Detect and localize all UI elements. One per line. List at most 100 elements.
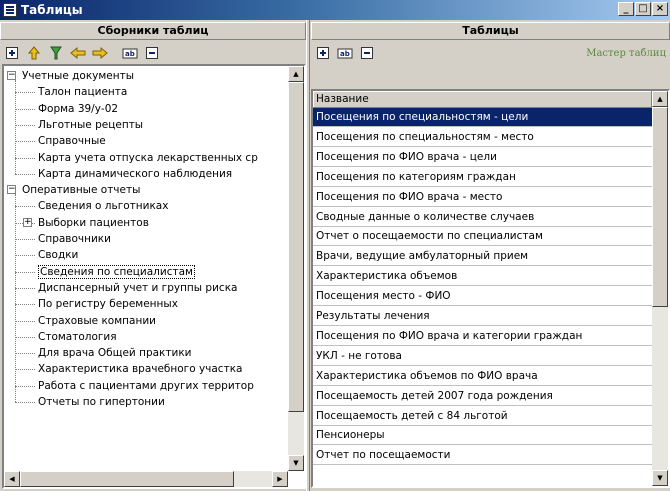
name-column-header[interactable]: Название — [313, 91, 652, 108]
list-vscroll-thumb[interactable] — [652, 107, 668, 307]
table-row[interactable]: Сводные данные о количестве случаев — [313, 208, 652, 227]
tree-item[interactable]: По регистру беременных — [38, 296, 178, 312]
tree-connector — [15, 287, 35, 289]
scroll-up-icon[interactable]: ▲ — [288, 66, 304, 82]
tree-item[interactable]: Справочные — [38, 133, 106, 149]
scroll-down-icon[interactable]: ▼ — [288, 455, 304, 471]
tree-item[interactable]: Льготные рецепты — [38, 117, 143, 133]
table-row[interactable]: Отчет по посещаемости — [313, 446, 652, 466]
table-row[interactable]: Посещения по категориям граждан — [313, 168, 652, 187]
tree-item-label: Карта учета отпуска лекарственных ср — [38, 151, 258, 164]
minimize-button[interactable]: _ — [618, 2, 634, 16]
rename-icon: ab — [122, 48, 138, 59]
tree-connector — [15, 239, 35, 240]
filter-button[interactable] — [47, 44, 65, 62]
table-row[interactable]: Посещения по ФИО врача и категории гражд… — [313, 327, 652, 346]
tree-connector — [15, 336, 35, 338]
table-row[interactable]: УКЛ - не готова — [313, 347, 652, 366]
table-row[interactable]: Пенсионеры — [313, 426, 652, 446]
tree-root-item[interactable]: Учетные документы — [22, 68, 134, 84]
list-vertical-scrollbar[interactable]: ▲ ▼ — [652, 91, 668, 486]
add-collection-button[interactable] — [3, 44, 21, 62]
tree-horizontal-scrollbar[interactable]: ◀ ▶ — [4, 471, 288, 487]
tree-connector — [15, 173, 35, 175]
scroll-left-icon[interactable]: ◀ — [4, 471, 20, 487]
tree-item[interactable]: Сведения по специалистам — [38, 264, 195, 280]
table-row[interactable]: Характеристика объемов по ФИО врача — [313, 367, 652, 386]
tree-item[interactable]: Карта динамического наблюдения — [38, 166, 232, 182]
close-button[interactable]: × — [652, 2, 668, 16]
title-bar[interactable]: Таблицы _ □ × — [0, 0, 670, 20]
tree-item-label: Отчеты по гипертонии — [38, 396, 165, 408]
table-row[interactable]: Врачи, ведущие амбулаторный прием — [313, 247, 652, 267]
rename-collection-button[interactable]: ab — [121, 44, 139, 62]
tree-connector — [15, 92, 35, 94]
back-button[interactable] — [69, 44, 87, 62]
svg-text:ab: ab — [340, 50, 350, 58]
tables-list-panel: Название Посещения по специальностям - ц… — [311, 89, 670, 488]
tree-item[interactable]: Страховые компании — [38, 313, 156, 329]
scroll-up-icon[interactable]: ▲ — [652, 91, 668, 107]
tree-vscroll-thumb[interactable] — [288, 82, 304, 412]
tree-item[interactable]: Для врача Общей практики — [38, 345, 192, 361]
move-up-button[interactable] — [25, 44, 43, 62]
tree-item[interactable]: Сведения о льготниках — [38, 198, 168, 214]
tree-connector — [15, 320, 35, 322]
table-row[interactable]: Посещения по специальностям - цели — [313, 108, 652, 127]
tree-guide-line — [15, 80, 16, 174]
table-wizard-area[interactable]: Мастер таблиц — [560, 43, 670, 63]
rename-table-button[interactable]: ab — [336, 44, 354, 62]
pane-splitter[interactable] — [306, 20, 310, 491]
tree-connector — [15, 108, 35, 110]
tree-root-item[interactable]: Оперативные отчеты — [22, 182, 140, 198]
tree-item-label: Форма 39/у-02 — [38, 102, 119, 115]
app-table-icon — [3, 3, 17, 17]
tree-connector — [15, 353, 35, 355]
tree-item[interactable]: Карта учета отпуска лекарственных ср — [38, 150, 258, 166]
maximize-button[interactable]: □ — [635, 2, 651, 16]
tree-connector — [15, 255, 35, 257]
tree-item-label: Справочные — [38, 135, 106, 148]
table-row[interactable]: Результаты лечения — [313, 307, 652, 326]
tree-connector — [15, 385, 35, 387]
collapse-icon[interactable]: − — [7, 71, 16, 80]
table-row[interactable]: Посещения по ФИО врача - цели — [313, 148, 652, 167]
remove-collection-button[interactable] — [143, 44, 161, 62]
tree-hscroll-thumb[interactable] — [20, 471, 234, 487]
table-wizard-label[interactable]: Мастер таблиц — [586, 48, 666, 59]
tree-connector — [15, 402, 35, 403]
tree-item[interactable]: Диспансерный учет и группы риска — [38, 280, 237, 296]
tree-item[interactable]: Форма 39/у-02 — [38, 101, 118, 117]
scroll-down-icon[interactable]: ▼ — [652, 470, 668, 486]
expand-icon[interactable]: + — [23, 217, 32, 227]
table-row[interactable]: Отчет о посещаемости по специалистам — [313, 227, 652, 247]
add-table-button[interactable] — [314, 44, 332, 62]
tree-item[interactable]: Талон пациента — [38, 84, 127, 100]
scroll-right-icon[interactable]: ▶ — [272, 471, 288, 487]
tree-item-label: Для врача Общей практики — [38, 347, 192, 360]
table-row[interactable]: Посещения место - ФИО — [313, 287, 652, 307]
table-row[interactable]: Посещения по ФИО врача - место — [313, 188, 652, 207]
table-row[interactable]: Посещения по специальностям - место — [313, 128, 652, 147]
remove-table-button[interactable] — [358, 44, 376, 62]
add-icon — [6, 47, 18, 59]
remove-icon — [361, 47, 373, 59]
forward-button[interactable] — [91, 44, 109, 62]
tree-item[interactable]: Справочники — [38, 231, 111, 247]
collapse-icon[interactable]: − — [7, 185, 16, 195]
table-row[interactable]: Посещаемость детей с 84 льготой — [313, 407, 652, 426]
tree-item[interactable]: Характеристика врачебного участка — [38, 361, 242, 377]
tree-vertical-scrollbar[interactable]: ▲ ▼ — [288, 66, 304, 471]
tree-item[interactable]: Отчеты по гипертонии — [38, 394, 165, 410]
tree-connector — [15, 271, 35, 273]
table-row[interactable]: Посещаемость детей 2007 года рождения — [313, 387, 652, 406]
tree-connector — [15, 369, 35, 371]
tree-item[interactable]: Работа с пациентами других территор — [38, 378, 254, 394]
tree-item[interactable]: Сводки — [38, 247, 78, 263]
tree-item-label: Характеристика врачебного участка — [38, 363, 243, 376]
tree-item-label: Стоматология — [38, 330, 117, 343]
table-row[interactable]: Характеристика объемов — [313, 267, 652, 287]
tree-item[interactable]: Выборки пациентов — [38, 215, 149, 231]
collections-toolbar: ab — [0, 41, 306, 65]
tree-item[interactable]: Стоматология — [38, 329, 117, 345]
